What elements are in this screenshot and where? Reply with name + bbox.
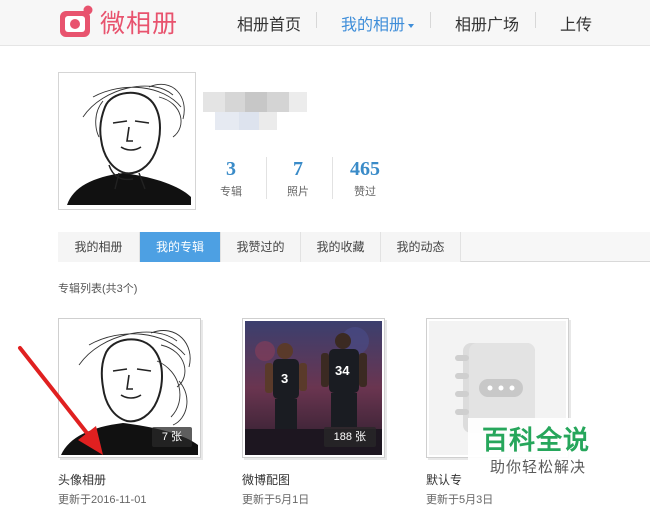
stat-albums[interactable]: 3 专辑 — [218, 158, 244, 199]
stat-likes[interactable]: 465 赞过 — [346, 158, 384, 199]
stat-albums-value: 3 — [226, 158, 236, 180]
album-title[interactable]: 默认专 — [426, 471, 462, 488]
nav-my-albums[interactable]: 我的相册 — [341, 11, 415, 35]
tab-my-collections[interactable]: 我的专辑 — [140, 232, 221, 262]
watermark-title: 百科全说 — [482, 425, 591, 455]
tab-favorites[interactable]: 我的收藏 — [301, 232, 381, 262]
album-card[interactable]: 7 张 — [58, 318, 204, 460]
album-card[interactable]: 3 34 188 张 — [242, 318, 388, 460]
site-logo[interactable]: 微相册 — [58, 4, 178, 40]
top-navigation-bar: 微相册 相册首页 我的相册 相册广场 上传 — [0, 0, 650, 46]
tab-activity[interactable]: 我的动态 — [381, 232, 461, 262]
photo-count-badge: 7 张 — [151, 427, 192, 447]
camera-logo-icon — [58, 5, 94, 39]
album-updated: 更新于5月3日 — [426, 494, 494, 506]
stat-albums-label: 专辑 — [220, 186, 242, 198]
username-blurred — [203, 92, 318, 132]
album-cover[interactable]: 7 张 — [58, 318, 201, 458]
logo-text: 微相册 — [100, 9, 179, 38]
nav-album-square[interactable]: 相册广场 — [455, 11, 519, 35]
album-updated: 更新于5月1日 — [242, 494, 310, 506]
stat-photos-value: 7 — [293, 158, 303, 180]
album-title[interactable]: 微博配图 — [242, 471, 290, 488]
stat-likes-label: 赞过 — [354, 186, 376, 198]
nav-divider — [535, 12, 536, 28]
nav-divider — [430, 12, 431, 28]
stat-divider — [332, 157, 333, 199]
caret-down-icon — [408, 23, 415, 28]
album-list-title: 专辑列表(共3个) — [58, 283, 138, 295]
svg-text:34: 34 — [335, 363, 350, 378]
album-updated: 更新于2016-11-01 — [58, 494, 147, 506]
nav-divider — [316, 12, 317, 28]
tab-liked[interactable]: 我赞过的 — [221, 232, 301, 262]
photo-count-badge: 188 张 — [323, 427, 376, 447]
profile-tabs: 我的相册 我的专辑 我赞过的 我的收藏 我的动态 — [58, 232, 650, 262]
svg-text:3: 3 — [281, 371, 288, 386]
stat-photos[interactable]: 7 照片 — [284, 158, 312, 199]
stat-divider — [266, 157, 267, 199]
album-title[interactable]: 头像相册 — [58, 471, 106, 488]
album-cover[interactable]: 3 34 188 张 — [242, 318, 385, 458]
tab-my-albums[interactable]: 我的相册 — [58, 232, 140, 262]
nav-album-home[interactable]: 相册首页 — [237, 11, 301, 35]
nav-my-albums-label: 我的相册 — [341, 17, 406, 34]
nav-upload[interactable]: 上传 — [560, 11, 592, 35]
stat-photos-label: 照片 — [287, 186, 309, 198]
watermark-logo: 百科全说 助你轻松解决 — [468, 418, 630, 480]
stat-likes-value: 465 — [350, 158, 380, 180]
watermark-subtitle: 助你轻松解决 — [490, 459, 587, 476]
avatar-sketch-image — [63, 77, 191, 205]
user-avatar[interactable] — [58, 72, 196, 210]
